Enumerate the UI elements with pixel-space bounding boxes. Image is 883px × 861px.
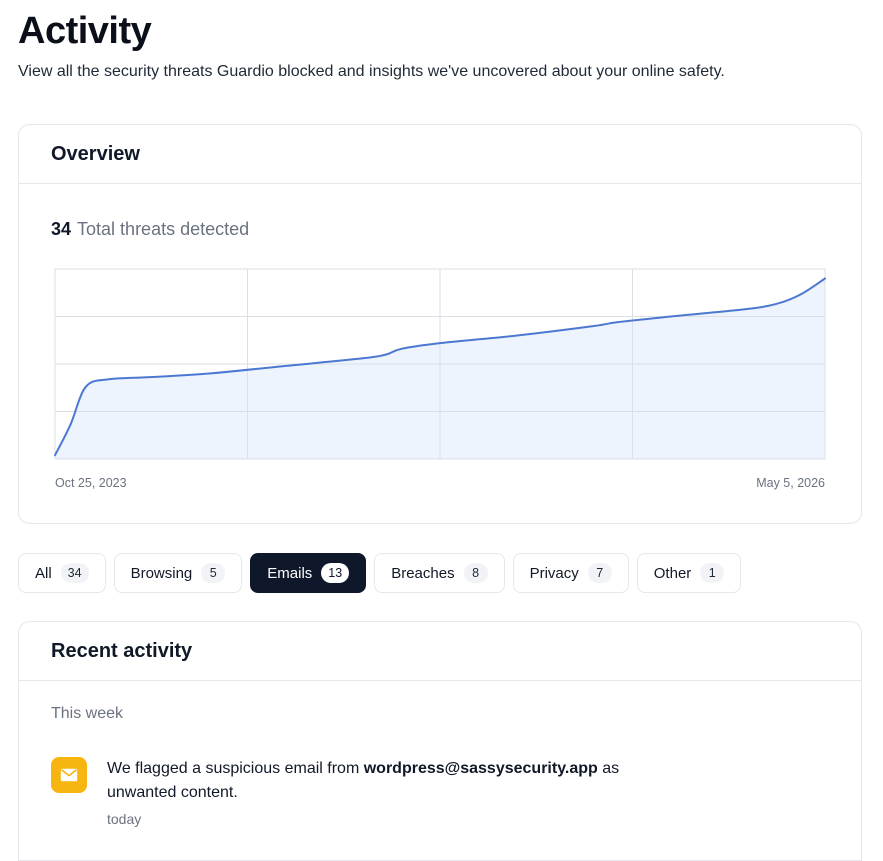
tab-emails[interactable]: Emails 13 xyxy=(250,553,367,593)
chart-start-date: Oct 25, 2023 xyxy=(55,476,127,490)
threats-chart xyxy=(54,268,830,464)
activity-sender: wordpress@sassysecurity.app xyxy=(363,760,598,777)
activity-filter-tabs: All 34 Browsing 5 Emails 13 Breaches 8 P… xyxy=(18,553,742,593)
section-label-this-week: This week xyxy=(51,705,124,722)
tab-other[interactable]: Other 1 xyxy=(636,553,742,593)
tab-browsing-count: 5 xyxy=(201,563,226,583)
recent-activity-card: Recent activity This week We flagged a s… xyxy=(18,621,862,861)
tab-breaches-count: 8 xyxy=(463,563,488,583)
activity-timestamp: today xyxy=(107,811,142,827)
tab-browsing[interactable]: Browsing 5 xyxy=(113,553,243,593)
tab-all-label: All xyxy=(35,564,52,582)
chart-end-date: May 5, 2026 xyxy=(756,476,825,490)
tab-emails-label: Emails xyxy=(267,564,313,582)
envelope-glyph xyxy=(60,768,78,782)
overview-title: Overview xyxy=(19,125,861,184)
tab-browsing-label: Browsing xyxy=(130,564,193,582)
threats-chart-svg xyxy=(54,268,826,460)
tab-privacy-label: Privacy xyxy=(529,564,579,582)
tab-all-count: 34 xyxy=(60,563,89,583)
tab-privacy[interactable]: Privacy 7 xyxy=(512,553,629,593)
page-title: Activity xyxy=(18,10,152,52)
total-threats: 34 Total threats detected xyxy=(51,219,249,240)
page-subtitle: View all the security threats Guardio bl… xyxy=(18,63,725,80)
tab-emails-count: 13 xyxy=(321,563,350,583)
tab-breaches[interactable]: Breaches 8 xyxy=(374,553,505,593)
total-threats-label: Total threats detected xyxy=(77,219,250,239)
tab-other-label: Other xyxy=(653,564,692,582)
tab-privacy-count: 7 xyxy=(587,563,612,583)
tab-other-count: 1 xyxy=(700,563,725,583)
tab-breaches-label: Breaches xyxy=(391,564,455,582)
activity-text-before: We flagged a suspicious email from xyxy=(107,760,364,777)
mail-icon xyxy=(51,757,87,793)
tab-all[interactable]: All 34 xyxy=(18,553,106,593)
recent-activity-title: Recent activity xyxy=(19,622,861,681)
activity-description: We flagged a suspicious email from wordp… xyxy=(107,757,687,805)
total-threats-count: 34 xyxy=(51,219,72,239)
overview-card: Overview 34 Total threats detected Oct 25… xyxy=(18,124,862,524)
